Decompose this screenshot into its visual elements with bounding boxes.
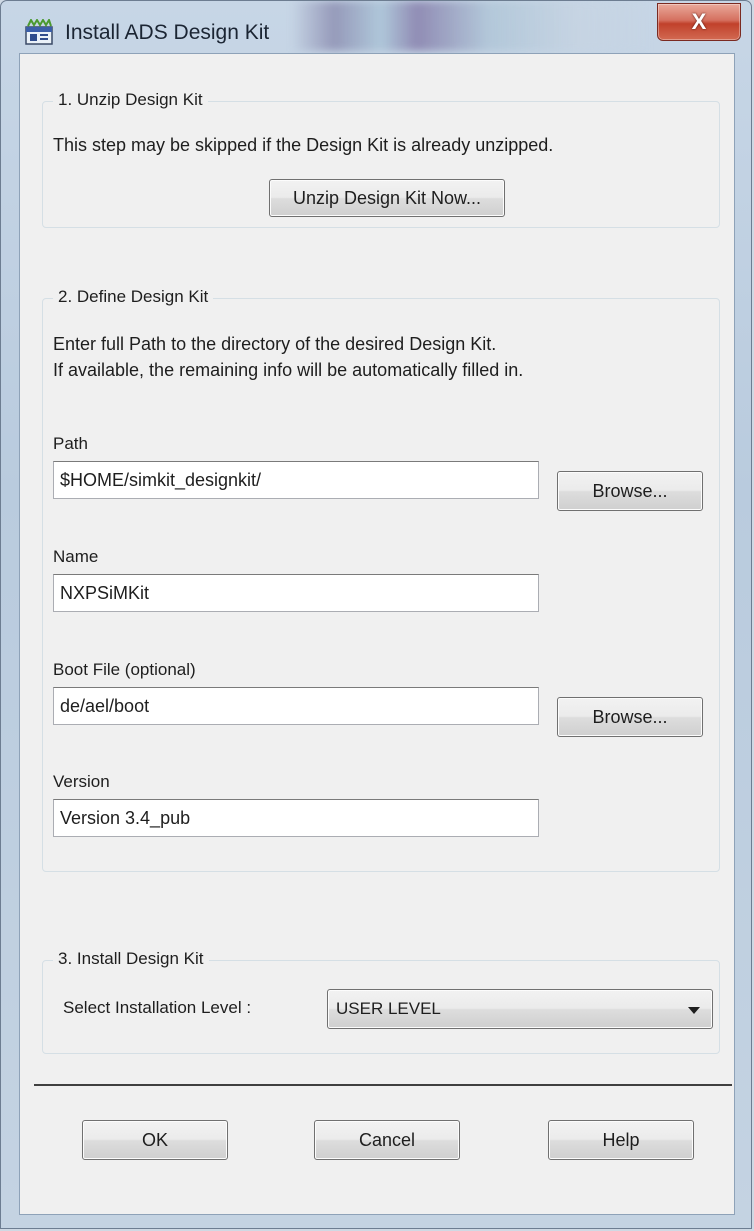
boot-file-label: Boot File (optional) xyxy=(53,660,196,679)
define-group-title: 2. Define Design Kit xyxy=(53,287,214,307)
define-description-line2: If available, the remaining info will be… xyxy=(53,360,524,380)
footer-separator xyxy=(34,1084,732,1086)
window-title: Install ADS Design Kit xyxy=(65,21,270,44)
define-group: 2. Define Design Kit Enter full Path to … xyxy=(42,287,720,872)
path-field[interactable]: $HOME/simkit_designkit/ xyxy=(53,461,539,499)
install-level-select[interactable]: USER LEVEL xyxy=(327,989,713,1029)
unzip-now-button[interactable]: Unzip Design Kit Now... xyxy=(269,179,505,217)
title-bar-glass xyxy=(291,1,651,51)
install-group: 3. Install Design Kit Select Installatio… xyxy=(42,949,720,1054)
close-icon: X xyxy=(691,9,707,34)
install-level-value: USER LEVEL xyxy=(336,999,441,1018)
app-icon xyxy=(25,19,53,45)
close-button[interactable]: X xyxy=(657,3,741,41)
ok-button[interactable]: OK xyxy=(82,1120,228,1160)
boot-file-field[interactable]: de/ael/boot xyxy=(53,687,539,725)
install-level-label: Select Installation Level : xyxy=(63,998,252,1017)
path-label: Path xyxy=(53,434,88,453)
path-browse-button[interactable]: Browse... xyxy=(557,471,703,511)
unzip-group-title: 1. Unzip Design Kit xyxy=(53,90,208,110)
version-field[interactable]: Version 3.4_pub xyxy=(53,799,539,837)
help-button[interactable]: Help xyxy=(548,1120,694,1160)
title-bar[interactable]: Install ADS Design Kit X xyxy=(1,1,751,53)
chevron-down-icon xyxy=(688,1007,700,1014)
name-field[interactable]: NXPSiMKit xyxy=(53,574,539,612)
unzip-group: 1. Unzip Design Kit This step may be ski… xyxy=(42,90,720,228)
define-description-line1: Enter full Path to the directory of the … xyxy=(53,334,497,354)
boot-file-browse-button[interactable]: Browse... xyxy=(557,697,703,737)
unzip-description: This step may be skipped if the Design K… xyxy=(53,135,554,155)
name-label: Name xyxy=(53,547,99,566)
install-design-kit-dialog: Install ADS Design Kit X 1. Unzip Design… xyxy=(0,0,752,1229)
dialog-body: 1. Unzip Design Kit This step may be ski… xyxy=(19,53,735,1215)
version-label: Version xyxy=(53,772,110,791)
install-group-title: 3. Install Design Kit xyxy=(53,949,209,969)
cancel-button[interactable]: Cancel xyxy=(314,1120,460,1160)
